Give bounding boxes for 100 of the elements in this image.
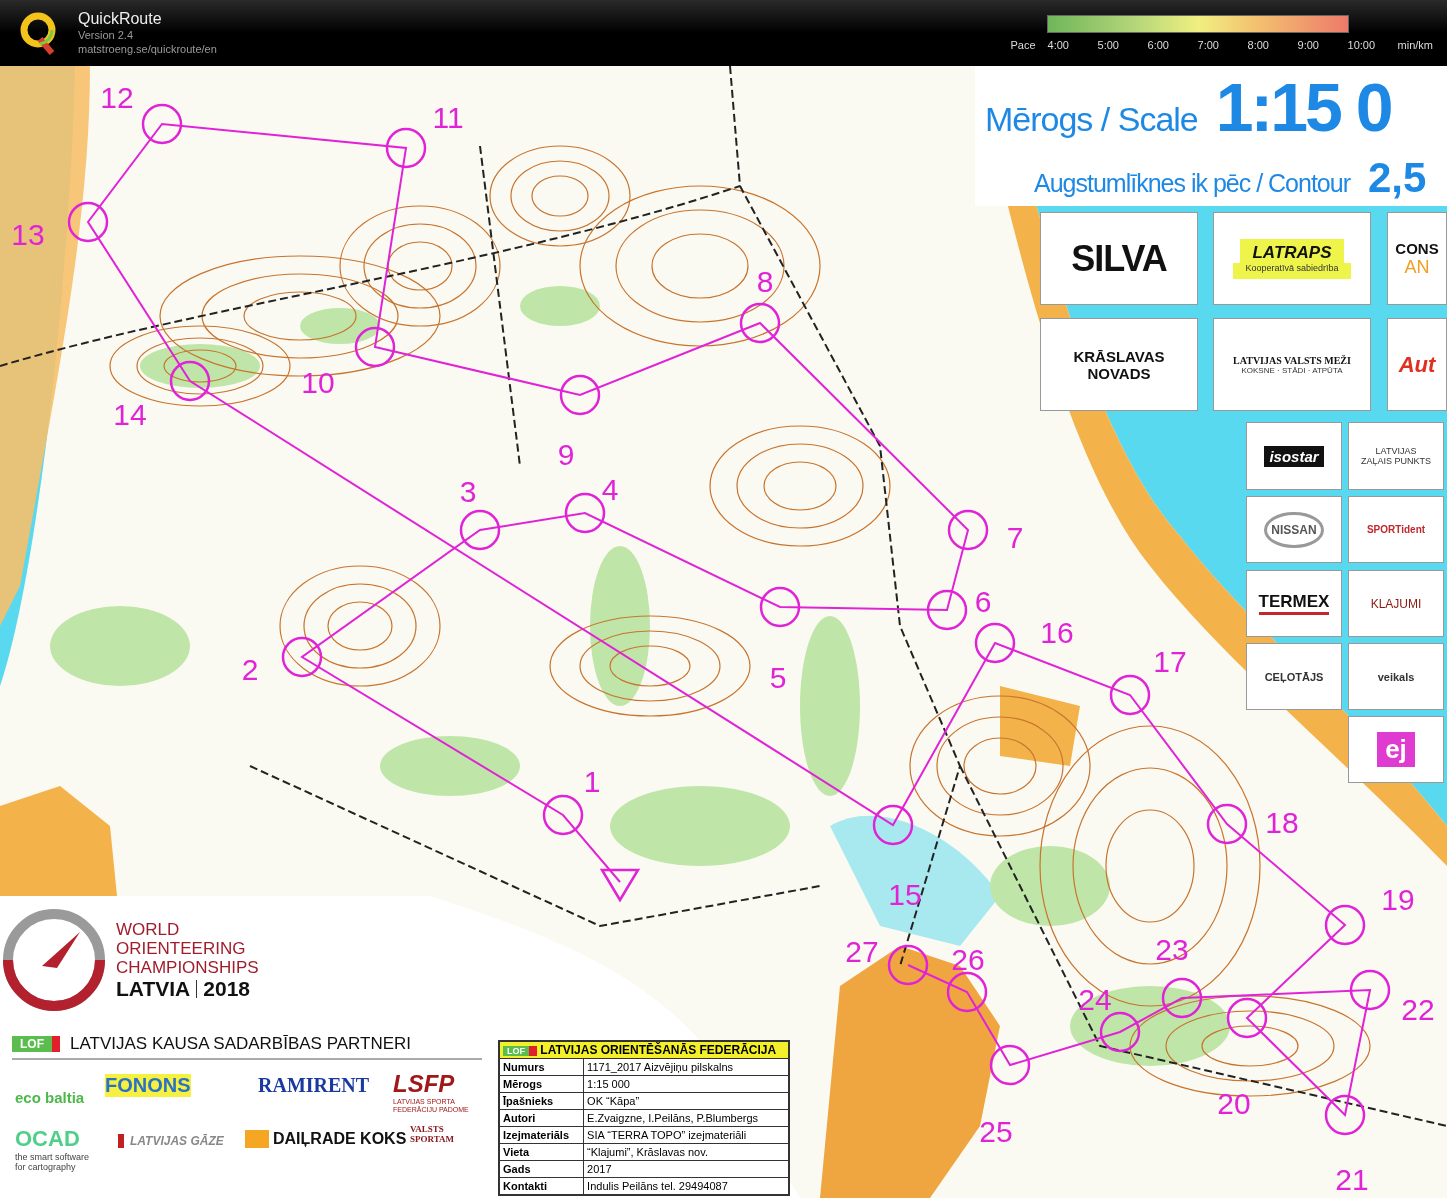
control-circle <box>1109 674 1151 716</box>
control-number: 15 <box>888 877 922 911</box>
control-circle <box>354 326 396 368</box>
partner-logo: eco baltia <box>15 1088 85 1106</box>
partner-logo: VALSTS SPORTAM <box>410 1124 454 1144</box>
scale-value: 1:15 0 <box>1215 68 1391 146</box>
app-title: QuickRoute <box>78 10 163 28</box>
partner-logo: OCAD the smart software for cartography <box>15 1126 90 1172</box>
info-table-title: LOF LATVIJAS ORIENTĒŠANĀS FEDERĀCIJA <box>499 1041 789 1059</box>
pace-tick: 10:00 <box>1347 39 1377 51</box>
partner-logo: FONONS <box>105 1074 191 1097</box>
control-circle <box>385 127 427 169</box>
control-number: 26 <box>951 942 985 976</box>
control-number: 24 <box>1078 982 1112 1016</box>
sponsor-logo: KRĀSLAVAS NOVADS <box>1040 318 1198 411</box>
control-number: 5 <box>769 660 787 694</box>
partner-logo: LATVIJAS GĀZE <box>118 1134 224 1148</box>
partner-logo: DAIĻRADE KOKS <box>245 1130 407 1148</box>
start-triangle-icon <box>599 868 641 903</box>
control-circle <box>887 944 929 986</box>
sponsor-logo: LATRAPS Kooperatīvā sabiedrība <box>1213 212 1371 305</box>
event-title-line: ORIENTEERING <box>116 938 247 958</box>
partner-logo: RAMIRENT <box>258 1074 370 1097</box>
control-circle <box>739 302 781 344</box>
control-number: 4 <box>601 472 619 506</box>
control-circle <box>141 103 183 145</box>
control-circle <box>759 586 801 628</box>
control-circle <box>872 804 914 846</box>
control-number: 12 <box>100 80 134 114</box>
info-table-key: Autori <box>499 1109 584 1127</box>
control-number: 14 <box>113 397 147 431</box>
info-table-key: Gads <box>499 1160 584 1178</box>
event-title-line: WORLD <box>116 919 181 939</box>
control-circle <box>1099 1011 1141 1053</box>
control-circle <box>926 589 968 631</box>
control-number: 10 <box>301 365 335 399</box>
control-number: 17 <box>1153 644 1187 678</box>
control-circle <box>989 1044 1031 1086</box>
control-number: 20 <box>1217 1086 1251 1120</box>
sponsor-logo: SILVA <box>1040 212 1198 305</box>
sponsor-logo: CEĻOTĀJS <box>1246 643 1342 710</box>
control-circle <box>974 622 1016 664</box>
control-circle <box>946 971 988 1013</box>
info-table-key: Vieta <box>499 1143 584 1161</box>
control-circle <box>1324 1094 1366 1136</box>
pace-tick: 7:00 <box>1197 39 1220 51</box>
sponsor-logo: veikals <box>1348 643 1444 710</box>
control-circle <box>169 360 211 402</box>
pace-unit: min/km <box>1397 39 1433 51</box>
control-number: 6 <box>974 584 992 618</box>
event-year: 2018 <box>203 976 250 1001</box>
sponsor-logo: isostar <box>1246 422 1342 490</box>
partners-heading: LATVIJAS KAUSA SADARBĪBAS PARTNERI <box>70 1034 412 1054</box>
control-circle <box>281 636 323 678</box>
sponsor-logo: LATVIJAS ZAĻAIS PUNKTS <box>1348 422 1444 490</box>
sponsor-logo: NISSAN <box>1246 496 1342 563</box>
sponsor-logo: KLAJUMI <box>1348 570 1444 637</box>
control-circle <box>459 509 501 551</box>
control-number: 1 <box>583 764 601 798</box>
event-title-line: CHAMPIONSHIPS <box>116 957 259 977</box>
info-table-key: Īpašnieks <box>499 1092 584 1110</box>
sponsor-logo: SPORTident <box>1348 496 1444 563</box>
sponsor-logo: LATVIJAS VALSTS MEŽI KOKSNE · STĀDI · ATPŪTA <box>1213 318 1371 411</box>
control-number: 11 <box>432 100 464 134</box>
control-number: 27 <box>845 934 879 968</box>
control-number: 9 <box>557 437 575 471</box>
pace-tick: 6:00 <box>1147 39 1170 51</box>
control-circle <box>542 794 584 836</box>
pace-tick: 4:00 <box>1047 39 1070 51</box>
control-number: 13 <box>11 217 45 251</box>
contour-value: 2,5 <box>1368 154 1427 202</box>
pace-label: Pace <box>1010 39 1036 51</box>
control-number: 25 <box>979 1114 1013 1148</box>
sponsor-logo: TERMEX <box>1246 570 1342 637</box>
pace-tick: 9:00 <box>1297 39 1320 51</box>
sponsor-logo: Aut <box>1387 318 1447 411</box>
control-number: 16 <box>1040 615 1074 649</box>
control-number: 18 <box>1265 805 1299 839</box>
compass-logo-icon <box>2 908 106 1012</box>
control-number: 3 <box>459 474 477 508</box>
pace-tick: 8:00 <box>1247 39 1270 51</box>
control-number: 8 <box>756 264 774 298</box>
app-url: matstroeng.se/quickroute/en <box>78 42 217 56</box>
control-circle <box>67 201 109 243</box>
contour-label: Augstumlīknes ik pēc / Contour <box>1034 169 1350 198</box>
control-circle <box>1206 803 1248 845</box>
control-circle <box>1324 904 1366 946</box>
control-number: 2 <box>241 652 259 686</box>
control-number: 19 <box>1381 882 1415 916</box>
sponsor-logo: CONS AN <box>1387 212 1447 305</box>
event-country: LATVIA <box>116 976 191 1001</box>
pace-tick: 5:00 <box>1097 39 1120 51</box>
lof-badge: LOF <box>12 1036 60 1052</box>
control-number: 23 <box>1155 932 1189 966</box>
info-table-key: Izejmateriāls <box>499 1126 584 1144</box>
control-number: 22 <box>1401 992 1435 1026</box>
control-circle <box>947 509 989 551</box>
info-table-key: Numurs <box>499 1058 584 1076</box>
control-circle <box>1226 997 1268 1039</box>
control-circle <box>1349 969 1391 1011</box>
